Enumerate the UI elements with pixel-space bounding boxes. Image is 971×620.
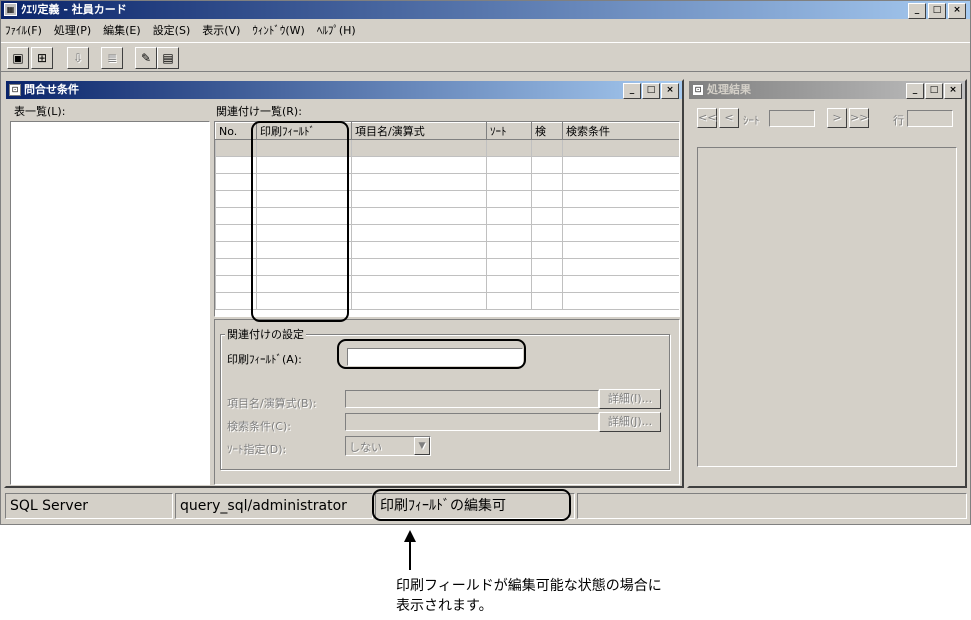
menu-file[interactable]: ﾌｧｲﾙ(F): [5, 22, 42, 38]
callout-print-field-input: [337, 339, 526, 369]
search-condition-input[interactable]: [345, 413, 599, 431]
menu-settings[interactable]: 設定(S): [153, 22, 191, 38]
import-icon[interactable]: ⊞: [31, 47, 53, 69]
app-icon: ▦: [4, 3, 17, 16]
query-window-title: 問合せ条件: [24, 83, 79, 96]
relation-list-label: 関連付け一覧(R):: [216, 105, 302, 118]
menu-process[interactable]: 処理(P): [54, 22, 91, 38]
menu-bar: ﾌｧｲﾙ(F) 処理(P) 編集(E) 設定(S) 表示(V) ｳｨﾝﾄﾞｳ(W…: [1, 20, 970, 40]
sheet-input[interactable]: [769, 110, 815, 127]
close-button[interactable]: ×: [661, 83, 679, 99]
status-empty: [577, 493, 967, 519]
col-search-cond[interactable]: 検索条件: [562, 122, 679, 140]
status-connection: query_sql/administrator: [175, 493, 373, 519]
menu-window[interactable]: ｳｨﾝﾄﾞｳ(W): [252, 22, 304, 38]
list-icon[interactable]: ≣: [101, 47, 123, 69]
query-window-controls: _ □ ×: [623, 83, 679, 99]
title-bar: ｸｴﾘ定義 - 社員カード: [1, 1, 970, 19]
save-icon[interactable]: ▣: [7, 47, 29, 69]
result-window: 処理結果 ⊡ _ □ × << < ｼｰﾄ > >> 行: [687, 79, 967, 488]
result-window-controls: _ □ ×: [906, 83, 962, 99]
sort-select-value: しない: [349, 441, 382, 454]
minimize-button[interactable]: _: [623, 83, 641, 99]
close-button[interactable]: ×: [948, 3, 966, 19]
table-list[interactable]: [10, 121, 210, 485]
toolbar: ▣ ⊞ ⇩ ≣ ✎ ▤: [1, 42, 970, 72]
sheet-label: ｼｰﾄ: [743, 114, 760, 127]
first-sheet-button[interactable]: <<: [697, 108, 717, 128]
annotation-line-1: 印刷フィールドが編集可能な状態の場合に: [396, 578, 662, 594]
last-sheet-button[interactable]: >>: [849, 108, 869, 128]
close-button[interactable]: ×: [944, 83, 962, 99]
callout-status-message: [372, 489, 571, 521]
result-area[interactable]: [697, 147, 957, 467]
query-window-titlebar: 問合せ条件: [6, 81, 682, 99]
maximize-button[interactable]: □: [642, 83, 660, 99]
menu-help[interactable]: ﾍﾙﾌﾟ(H): [317, 22, 356, 38]
col-sort[interactable]: ｿｰﾄ: [486, 122, 532, 140]
app-title: ｸｴﾘ定義 - 社員カード: [21, 3, 127, 16]
maximize-button[interactable]: □: [928, 3, 946, 19]
row-label: 行: [893, 114, 904, 127]
export-icon[interactable]: ⇩: [67, 47, 89, 69]
window-icon: ⊡: [9, 84, 21, 96]
callout-print-field-column: [251, 121, 349, 322]
edit-icon[interactable]: ✎: [135, 47, 157, 69]
annotation-line-2: 表示されます。: [396, 598, 493, 614]
minimize-button[interactable]: _: [906, 83, 924, 99]
menu-view[interactable]: 表示(V): [202, 22, 240, 38]
menu-edit[interactable]: 編集(E): [103, 22, 141, 38]
minimize-button[interactable]: _: [908, 3, 926, 19]
settings-group-title: 関連付けの設定: [225, 326, 306, 342]
window-controls: _ □ ×: [908, 3, 966, 19]
prev-sheet-button[interactable]: <: [719, 108, 739, 128]
query-icon[interactable]: ▤: [157, 47, 179, 69]
maximize-button[interactable]: □: [925, 83, 943, 99]
sort-label: ｿｰﾄ指定(D):: [227, 443, 287, 456]
main-window: ｸｴﾘ定義 - 社員カード ▦ _ □ × ﾌｧｲﾙ(F) 処理(P) 編集(E…: [0, 0, 971, 525]
col-check[interactable]: 検: [531, 122, 563, 140]
next-sheet-button[interactable]: >: [827, 108, 847, 128]
status-server: SQL Server: [5, 493, 173, 519]
item-input[interactable]: [345, 390, 599, 408]
col-item-name[interactable]: 項目名/演算式: [351, 122, 487, 140]
search-condition-label: 検索条件(C):: [227, 420, 291, 433]
annotation-text: 印刷フィールドが編集可能な状態の場合に 表示されます。: [396, 576, 662, 616]
chevron-down-icon[interactable]: ▼: [414, 437, 430, 455]
sort-select[interactable]: しない ▼: [345, 436, 431, 456]
window-icon: ⊡: [692, 84, 704, 96]
detail-button-2[interactable]: 詳細(J)...: [599, 412, 661, 432]
row-input[interactable]: [907, 110, 953, 127]
up-arrow-icon: [404, 530, 416, 570]
result-window-title: 処理結果: [707, 83, 751, 96]
item-label: 項目名/演算式(B):: [227, 397, 317, 410]
detail-button-1[interactable]: 詳細(I)...: [599, 389, 661, 409]
table-list-label: 表一覧(L):: [14, 105, 66, 118]
print-field-label: 印刷ﾌｨｰﾙﾄﾞ(A):: [227, 353, 302, 366]
